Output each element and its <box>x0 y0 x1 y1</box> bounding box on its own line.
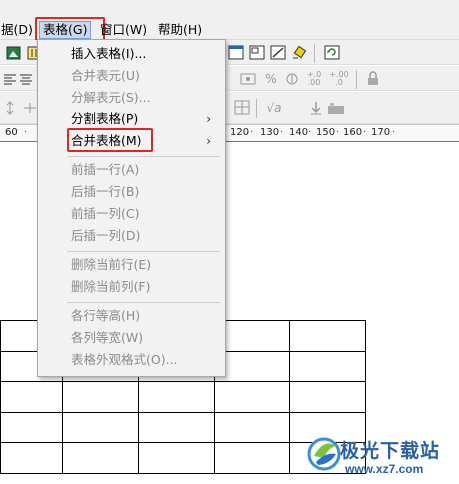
menu-item-delete-col[interactable]: 删除当前列(F) <box>38 276 223 298</box>
ruler-label: 150 <box>316 127 336 138</box>
menu-separator <box>67 156 220 157</box>
submenu-arrow-icon: › <box>206 134 211 148</box>
highlight-merge-table <box>67 128 153 152</box>
menu-item-split-cells[interactable]: 分解表元(S)... <box>38 87 223 109</box>
menu-item-label: 各行等高(H) <box>71 308 141 323</box>
table-cell[interactable] <box>62 442 139 474</box>
menu-window[interactable]: 窗口(W) <box>97 21 150 39</box>
align-center-icon[interactable] <box>16 69 36 88</box>
toolbar-separator <box>314 44 315 63</box>
menu-item-delete-row[interactable]: 删除当前行(E) <box>38 254 223 276</box>
increase-decimal-icon[interactable]: +.0 .00 <box>304 69 324 88</box>
menu-separator <box>67 302 220 303</box>
ruler-label: 140 <box>289 127 309 138</box>
table-cell[interactable] <box>138 411 215 443</box>
menu-item-label: 表格外观格式(O)... <box>71 352 178 367</box>
table-cell[interactable] <box>62 381 139 413</box>
menu-help[interactable]: 帮助(H) <box>155 21 205 39</box>
sqrt-formula-icon[interactable]: √a <box>261 98 287 117</box>
menu-item-equal-row-height[interactable]: 各行等高(H) <box>38 305 223 327</box>
chart-insert-icon[interactable] <box>326 98 346 117</box>
ruler-label: 130 <box>260 127 280 138</box>
menu-item-insert-row-before[interactable]: 前插一行(A) <box>38 159 223 181</box>
menu-item-insert-row-after[interactable]: 后插一行(B) <box>38 181 223 203</box>
menu-item-label: 删除当前行(E) <box>71 257 152 272</box>
ruler-tick: · <box>280 127 284 138</box>
table-row <box>0 381 366 413</box>
menu-item-label: 后插一行(B) <box>71 184 140 199</box>
menu-item-insert-table[interactable]: 插入表格(I)... <box>38 43 223 65</box>
menu-item-merge-cells[interactable]: 合并表元(U) <box>38 65 223 87</box>
ruler-label: 170 <box>371 127 391 138</box>
menu-data[interactable]: 据(D) <box>0 21 36 39</box>
draw-icon[interactable] <box>268 43 288 62</box>
table-window-icon[interactable] <box>226 43 246 62</box>
menu-item-label: 分解表元(S)... <box>71 90 151 105</box>
toolbar-separator <box>356 70 357 89</box>
table-cell[interactable] <box>214 411 290 443</box>
decrease-decimal-icon[interactable]: +.00 .0 <box>329 69 349 88</box>
ruler-label: 60 <box>5 127 18 138</box>
currency-icon[interactable] <box>282 69 302 88</box>
ruler-label: 160 <box>343 127 363 138</box>
table-cell[interactable] <box>214 442 290 474</box>
watermark-url: www.xz7.com <box>345 462 424 476</box>
highlight-pen-icon[interactable] <box>289 43 309 62</box>
ruler-label: 120 <box>230 127 250 138</box>
table-cell[interactable] <box>289 381 366 413</box>
table-cell[interactable] <box>138 381 215 413</box>
menu-item-split-table[interactable]: 分割表格(P) › <box>38 108 223 130</box>
table-cell[interactable] <box>138 442 215 474</box>
table-cell[interactable] <box>62 411 139 443</box>
table-cell[interactable] <box>289 320 366 352</box>
ruler-tick: · <box>363 127 367 138</box>
menu-item-insert-col-before[interactable]: 前插一列(C) <box>38 203 223 225</box>
menu-item-label: 各列等宽(W) <box>71 330 144 345</box>
table-cell[interactable] <box>0 411 63 443</box>
frame-icon[interactable] <box>247 43 267 62</box>
menu-item-insert-col-after[interactable]: 后插一列(D) <box>38 225 223 247</box>
menu-item-label: 后插一列(D) <box>71 228 141 243</box>
table-cell[interactable] <box>0 442 63 474</box>
menu-item-label: 分割表格(P) <box>71 111 139 126</box>
lock-icon[interactable] <box>363 69 383 88</box>
submenu-arrow-icon: › <box>206 112 211 126</box>
menu-item-table-style[interactable]: 表格外观格式(O)... <box>38 349 223 371</box>
ruler-tick: · <box>392 127 396 138</box>
table-cell[interactable] <box>214 381 290 413</box>
ruler-tick: · <box>24 127 28 138</box>
row-height-icon[interactable] <box>0 98 20 117</box>
refresh-icon[interactable] <box>322 43 342 62</box>
table-cell[interactable] <box>0 381 63 413</box>
menu-separator <box>67 251 220 252</box>
menu-item-label: 合并表元(U) <box>71 68 140 83</box>
menu-item-label: 前插一列(C) <box>71 206 140 221</box>
menu-item-label: 删除当前列(F) <box>71 279 151 294</box>
watermark-logo-icon <box>306 432 342 475</box>
ruler-tick: · <box>336 127 340 138</box>
menu-item-label: 前插一行(A) <box>71 162 140 177</box>
watermark-brand: 极光下载站 <box>340 440 441 462</box>
format-cell-icon[interactable] <box>238 69 258 88</box>
percent-icon[interactable]: % <box>261 69 281 88</box>
menu-item-label: 插入表格(I)... <box>71 46 147 61</box>
menu-item-equal-col-width[interactable]: 各列等宽(W) <box>38 327 223 349</box>
ruler-tick: · <box>308 127 312 138</box>
toolbar-separator <box>256 99 257 118</box>
download-arrow-icon[interactable] <box>306 98 326 117</box>
ruler-tick: · <box>250 127 254 138</box>
table-cell[interactable] <box>289 350 366 382</box>
image-icon[interactable] <box>3 43 23 62</box>
table-grid-icon[interactable] <box>232 98 252 117</box>
